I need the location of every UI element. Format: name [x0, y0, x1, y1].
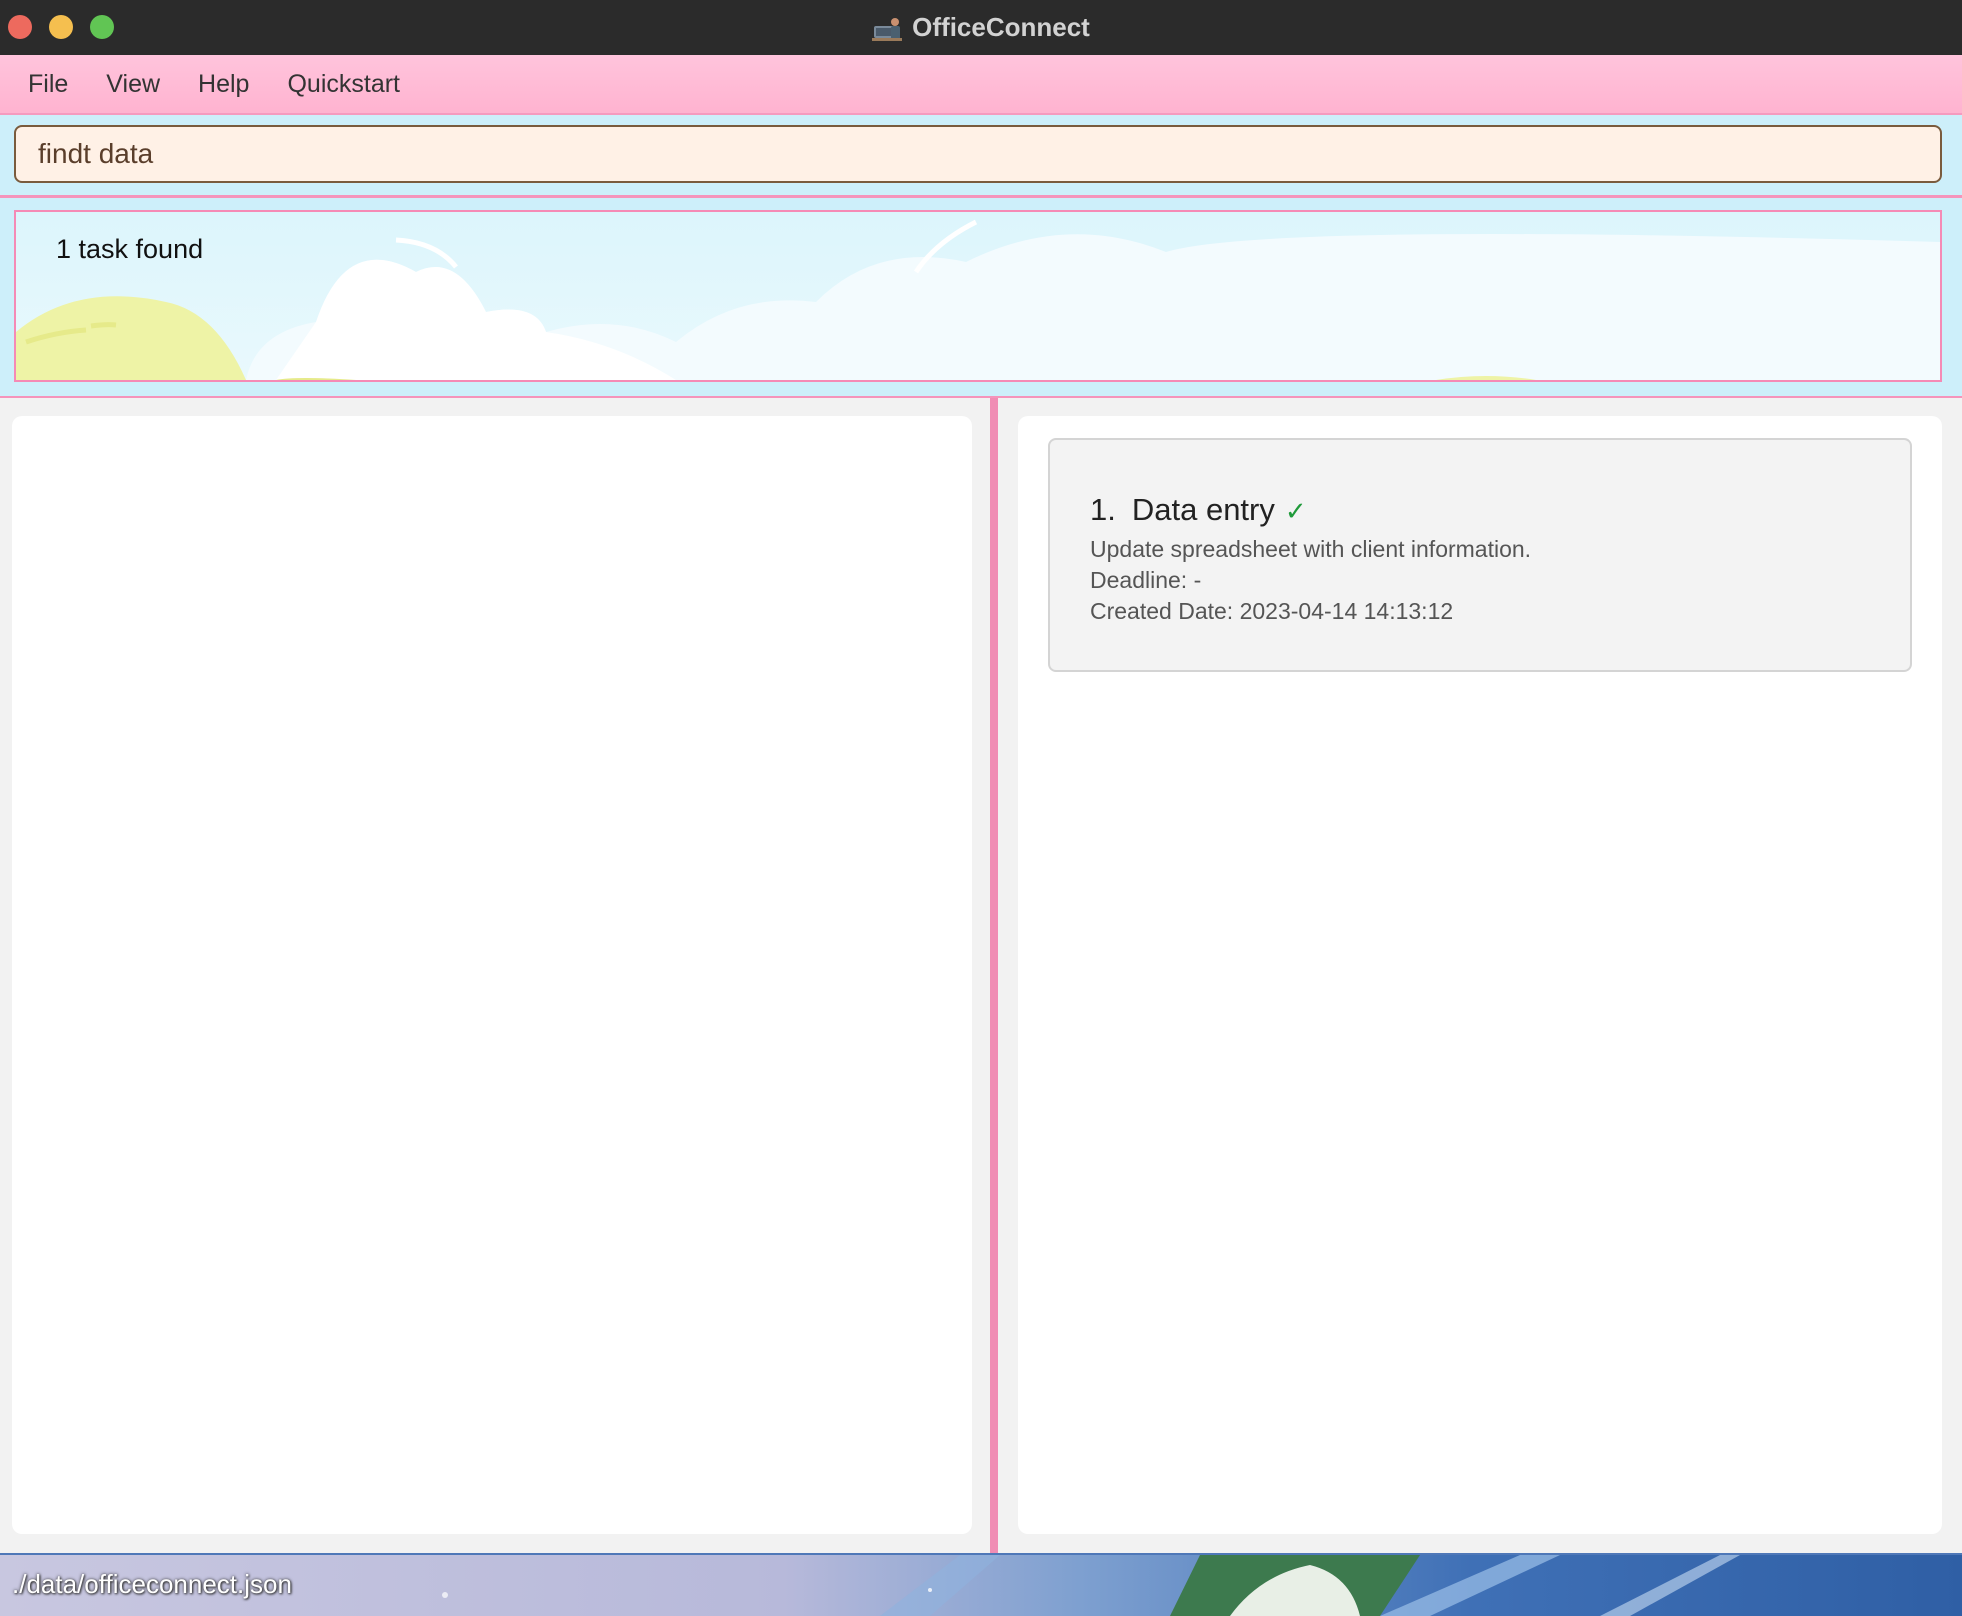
task-title: Data entry [1131, 492, 1275, 527]
save-location-path: ./data/officeconnect.json [12, 1569, 292, 1599]
result-message: 1 task found [56, 234, 204, 264]
main-panels: 1. Data entry ✓ Update spreadsheet with … [0, 398, 1962, 1553]
result-area: 1 task found [0, 198, 1962, 398]
task-list-panel[interactable]: 1. Data entry ✓ Update spreadsheet with … [1018, 416, 1942, 1534]
menu-file[interactable]: File [28, 70, 68, 99]
result-display: 1 task found [14, 210, 1942, 382]
menu-view[interactable]: View [106, 70, 160, 99]
app-logo-icon [872, 17, 903, 41]
person-list-panel[interactable] [12, 416, 972, 1534]
clouds-background [16, 219, 1940, 380]
task-deadline: Deadline: - [1090, 567, 1202, 593]
task-card[interactable]: 1. Data entry ✓ Update spreadsheet with … [1048, 438, 1912, 672]
task-created-date: Created Date: 2023-04-14 14:13:12 [1090, 598, 1454, 624]
status-bar: ./data/officeconnect.json [0, 1553, 1962, 1616]
window-controls [8, 15, 114, 39]
maximize-window-icon[interactable] [90, 15, 114, 39]
command-input[interactable] [14, 125, 1942, 183]
menu-bar: File View Help Quickstart [0, 55, 1962, 115]
check-icon: ✓ [1284, 496, 1307, 526]
title-bar: OfficeConnect [0, 0, 1962, 55]
command-area [0, 115, 1962, 198]
task-title-row: 1. Data entry ✓ [1090, 492, 1910, 528]
status-bar-art [442, 1555, 1740, 1616]
task-description: Update spreadsheet with client informati… [1090, 536, 1532, 562]
split-pane-divider[interactable] [990, 398, 998, 1553]
window-title-group: OfficeConnect [872, 12, 1090, 43]
minimize-window-icon[interactable] [49, 15, 73, 39]
task-index: 1. [1090, 492, 1116, 527]
window-title: OfficeConnect [912, 12, 1090, 42]
menu-quickstart[interactable]: Quickstart [287, 70, 400, 99]
menu-help[interactable]: Help [198, 70, 249, 99]
close-window-icon[interactable] [8, 15, 32, 39]
